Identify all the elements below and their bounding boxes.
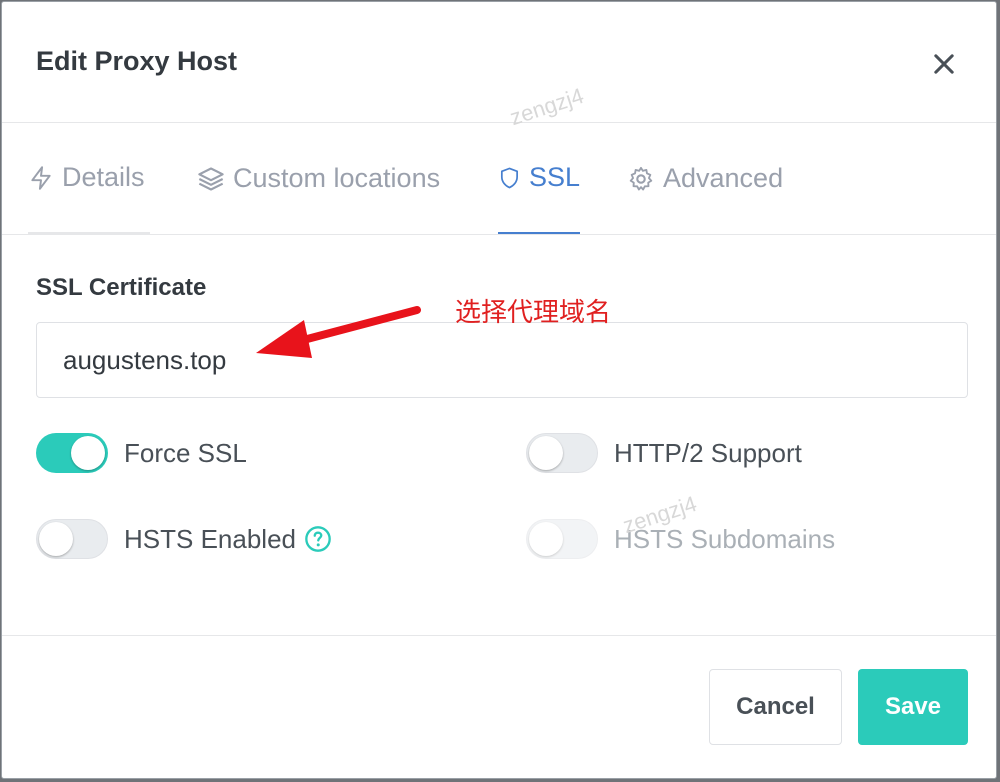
force-ssl-toggle[interactable]: Force SSL xyxy=(36,433,247,473)
hsts-subdomains-label: HSTS Subdomains xyxy=(614,523,836,554)
ssl-certificate-select[interactable]: augustens.top xyxy=(36,322,968,398)
tab-advanced[interactable]: Advanced xyxy=(627,123,783,234)
shield-icon xyxy=(500,167,518,188)
edit-proxy-host-modal: Edit Proxy Host Details Custom locations… xyxy=(1,1,997,779)
annotation-arrow-icon xyxy=(256,306,421,358)
hsts-enabled-label: HSTS Enabled xyxy=(124,523,296,554)
ssl-certificate-label: SSL Certificate xyxy=(36,274,207,301)
save-button[interactable]: Save xyxy=(858,669,968,745)
tab-bar: Details Custom locations SSL Advanced xyxy=(2,123,996,235)
tab-details-label: Details xyxy=(62,162,145,192)
http2-support-toggle[interactable]: HTTP/2 Support xyxy=(526,433,802,473)
tab-custom-locations[interactable]: Custom locations xyxy=(197,123,440,234)
tab-ssl-label: SSL xyxy=(528,162,580,192)
hsts-subdomains-toggle: HSTS Subdomains xyxy=(526,519,835,559)
modal-title: Edit Proxy Host xyxy=(36,46,238,76)
hsts-enabled-switch[interactable] xyxy=(36,519,108,559)
help-icon[interactable] xyxy=(304,525,332,553)
http2-support-switch[interactable] xyxy=(526,433,598,473)
gear-icon xyxy=(629,166,653,190)
close-icon[interactable] xyxy=(930,50,958,78)
tab-advanced-label: Advanced xyxy=(663,163,784,193)
modal-header: Edit Proxy Host xyxy=(2,2,996,123)
annotation-text: 选择代理域名 xyxy=(455,298,612,328)
layers-icon xyxy=(198,166,224,191)
tab-ssl[interactable]: SSL xyxy=(498,123,580,234)
tab-details[interactable]: Details xyxy=(28,123,150,234)
cancel-button[interactable]: Cancel xyxy=(709,669,842,745)
force-ssl-switch[interactable] xyxy=(36,433,108,473)
bolt-icon xyxy=(31,165,51,190)
hsts-enabled-toggle[interactable]: HSTS Enabled xyxy=(36,519,332,559)
tab-custom-locations-label: Custom locations xyxy=(233,163,441,193)
modal-footer-divider xyxy=(2,635,996,636)
hsts-subdomains-switch xyxy=(526,519,598,559)
ssl-certificate-value: augustens.top xyxy=(63,345,227,375)
force-ssl-label: Force SSL xyxy=(124,437,247,468)
http2-support-label: HTTP/2 Support xyxy=(614,437,802,468)
